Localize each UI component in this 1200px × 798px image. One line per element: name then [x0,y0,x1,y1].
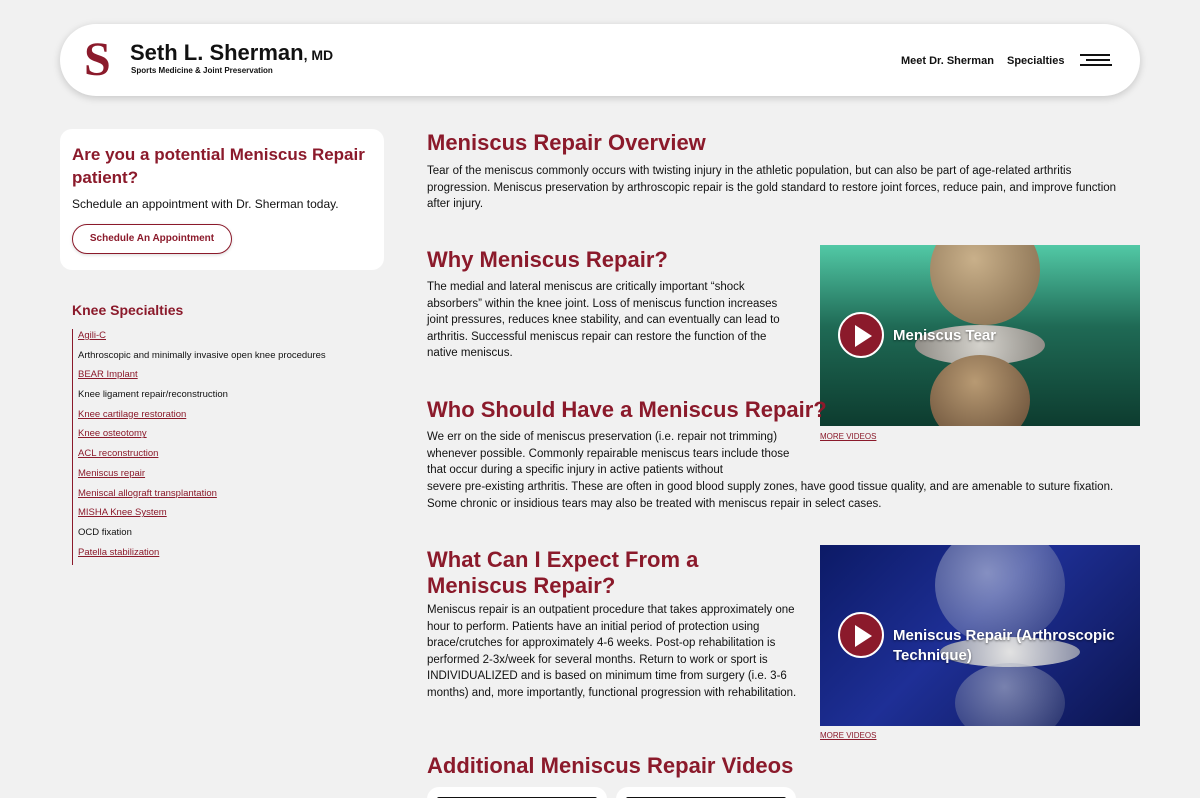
specialty-ligament: Knee ligament repair/reconstruction [72,388,372,408]
video-thumbnail[interactable] [616,787,796,798]
logo-tagline: Sports Medicine & Joint Preservation [131,66,273,75]
doctor-name: Seth L. Sherman [130,40,304,65]
knee-specialties-title: Knee Specialties [72,302,184,318]
cta-text: Schedule an appointment with Dr. Sherman… [72,197,339,211]
specialty-acl[interactable]: ACL reconstruction [72,447,372,467]
expect-heading: What Can I Expect From a Meniscus Repair… [427,547,699,598]
specialty-meniscus-repair[interactable]: Meniscus repair [72,466,372,487]
schedule-appointment-button[interactable]: Schedule An Appointment [72,224,232,254]
specialty-misha[interactable]: MISHA Knee System [72,506,372,526]
specialty-bear-implant[interactable]: BEAR Implant [72,368,372,389]
video-meniscus-repair[interactable]: Meniscus Repair (Arthroscopic Technique) [820,545,1140,726]
specialty-osteotomy[interactable]: Knee osteotomy [72,427,372,448]
specialty-agili-c[interactable]: Agili-C [72,329,372,349]
tibia-image [930,355,1030,426]
cta-title: Are you a potential Meniscus Repair pati… [72,145,365,187]
nav-meet-dr-sherman[interactable]: Meet Dr. Sherman [901,55,994,67]
why-text: The medial and lateral meniscus are crit… [427,281,780,360]
who-text: We err on the side of meniscus preservat… [427,431,790,477]
video-thumbnail[interactable] [427,787,607,798]
video-meniscus-tear[interactable]: Meniscus Tear [820,245,1140,426]
specialty-cartilage[interactable]: Knee cartilage restoration [72,407,372,428]
expect-text: Meniscus repair is an outpatient procedu… [427,604,797,699]
femur-image [930,245,1040,325]
more-videos-link[interactable]: MORE VIDEOS [820,731,876,740]
overview-text: Tear of the meniscus commonly occurs wit… [427,165,1117,211]
more-videos-link[interactable]: MORE VIDEOS [820,432,876,441]
nav-specialties[interactable]: Specialties [1007,55,1064,67]
video-title: Meniscus Tear [893,327,997,344]
specialties-list: Agili-C Arthroscopic and minimally invas… [72,329,372,566]
specialty-ocd: OCD fixation [72,525,372,546]
credential: , MD [303,47,334,63]
play-icon[interactable] [838,312,884,358]
play-icon[interactable] [838,612,884,658]
logo-name[interactable]: Seth L. Sherman, MD [130,40,333,66]
specialty-patella[interactable]: Patella stabilization [72,545,372,566]
hamburger-icon[interactable] [1080,54,1112,66]
who-heading: Who Should Have a Meniscus Repair? [427,397,827,422]
appointment-card: Are you a potential Meniscus Repair pati… [60,129,384,270]
tibia-image [955,663,1065,726]
video-title: Meniscus Repair (Arthroscopic Technique) [893,627,1115,664]
specialty-meniscal-allograft[interactable]: Meniscal allograft transplantation [72,486,372,507]
site-header: S Seth L. Sherman, MD Sports Medicine & … [60,24,1140,96]
logo-mark[interactable]: S [84,36,118,84]
who-text-cont: severe pre-existing arthritis. These are… [427,481,1114,510]
why-heading: Why Meniscus Repair? [427,247,668,272]
overview-heading: Meniscus Repair Overview [427,130,706,155]
specialty-arthroscopic: Arthroscopic and minimally invasive open… [72,348,372,369]
additional-videos-heading: Additional Meniscus Repair Videos [427,753,794,778]
